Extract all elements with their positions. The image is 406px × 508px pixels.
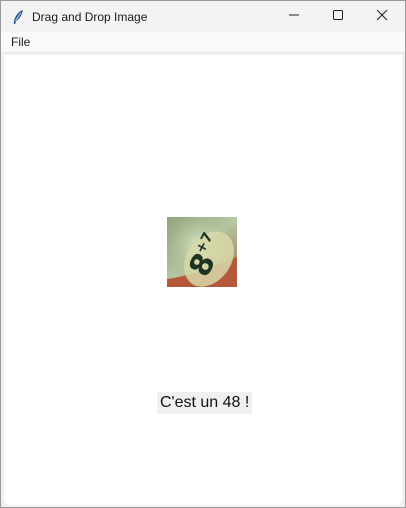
maximize-icon <box>332 8 344 26</box>
feather-icon <box>10 9 26 25</box>
drop-area[interactable]: 8 +7 C'est un 48 ! <box>4 55 402 505</box>
maximize-button[interactable] <box>315 1 361 32</box>
close-icon <box>376 8 388 26</box>
menu-bar: File <box>1 32 405 53</box>
prediction-label: C'est un 48 ! <box>157 392 253 414</box>
menu-item-file[interactable]: File <box>9 35 32 49</box>
dropped-image: 8 +7 <box>167 217 237 287</box>
close-button[interactable] <box>359 1 405 32</box>
window-title: Drag and Drop Image <box>32 10 148 24</box>
minimize-icon <box>288 8 300 26</box>
app-window: Drag and Drop Image File 8 +7 C'est un 4… <box>0 0 406 508</box>
minimize-button[interactable] <box>271 1 317 32</box>
title-bar[interactable]: Drag and Drop Image <box>1 1 405 32</box>
